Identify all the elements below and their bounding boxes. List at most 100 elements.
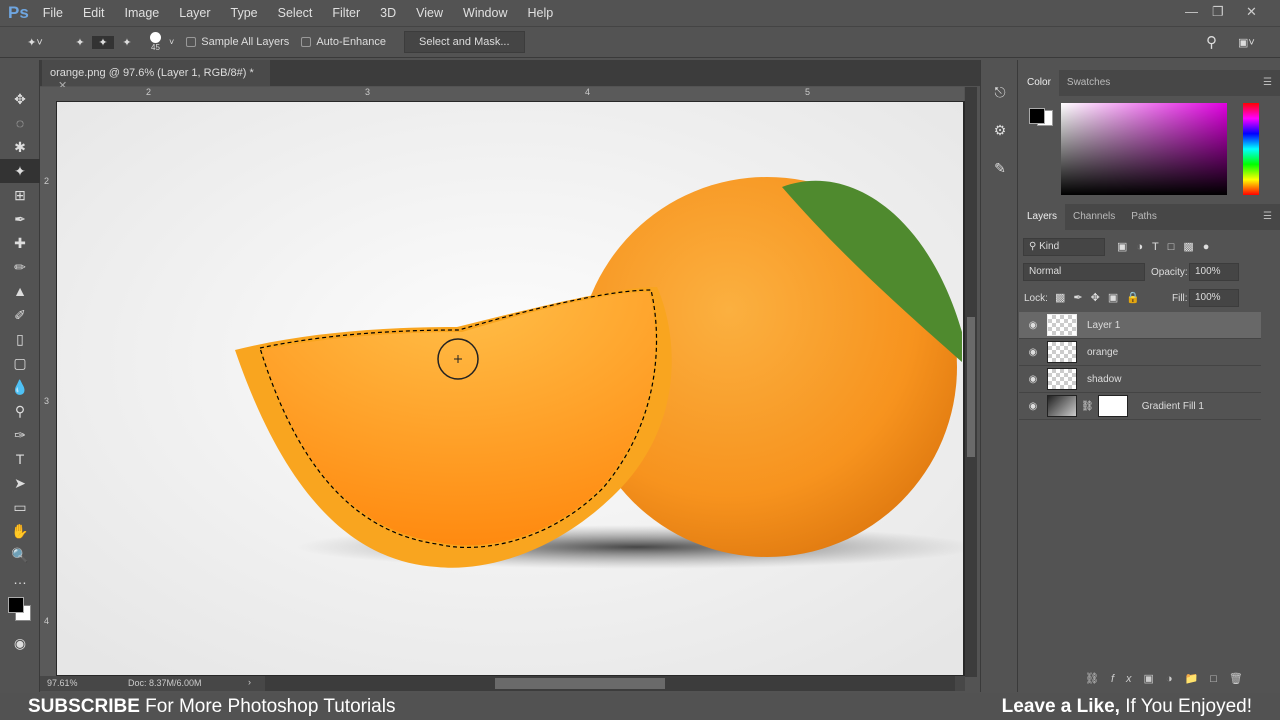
color-picker-field[interactable] bbox=[1061, 103, 1227, 195]
tab-paths[interactable]: Paths bbox=[1123, 204, 1165, 230]
menu-layer[interactable]: Layer bbox=[179, 6, 210, 20]
vertical-scrollbar[interactable] bbox=[965, 87, 977, 677]
banner-left-text: For More Photoshop Tutorials bbox=[139, 695, 396, 717]
close-button[interactable]: ✕ bbox=[1246, 4, 1257, 20]
visibility-eye-icon[interactable]: ◉ bbox=[1019, 374, 1047, 385]
color-swatches[interactable] bbox=[0, 591, 39, 631]
menu-window[interactable]: Window bbox=[463, 6, 507, 20]
tab-color[interactable]: Color bbox=[1019, 70, 1059, 96]
panel-menu-icon[interactable]: ☰ bbox=[1255, 204, 1280, 230]
sample-all-layers-label: Sample All Layers bbox=[201, 36, 290, 48]
tab-layers[interactable]: Layers bbox=[1019, 204, 1066, 230]
zoom-level[interactable]: 97.61% bbox=[47, 678, 78, 688]
menu-select[interactable]: Select bbox=[278, 6, 313, 20]
brush-size: 45 bbox=[151, 43, 160, 52]
visibility-eye-icon[interactable]: ◉ bbox=[1019, 347, 1047, 358]
panel-menu-icon[interactable]: ☰ bbox=[1255, 70, 1280, 96]
lock-icons[interactable]: ▩✒✥▣🔒 bbox=[1055, 291, 1148, 304]
visibility-eye-icon[interactable]: ◉ bbox=[1019, 320, 1047, 331]
quick-selection-preset-icon[interactable]: ✦˅ bbox=[20, 36, 50, 49]
filter-icons[interactable]: ▣◑T□▩● bbox=[1117, 240, 1218, 253]
menu-type[interactable]: Type bbox=[231, 6, 258, 20]
rectangle-tool-icon[interactable]: ▭ bbox=[0, 495, 40, 519]
hue-slider[interactable] bbox=[1243, 103, 1259, 195]
layer-row-layer-1[interactable]: ◉ Layer 1 bbox=[1019, 312, 1261, 339]
blur-tool-icon[interactable]: 💧 bbox=[0, 375, 40, 399]
crop-tool-icon[interactable]: ⊞ bbox=[0, 183, 40, 207]
pen-tool-icon[interactable]: ✑ bbox=[0, 423, 40, 447]
menu-filter[interactable]: Filter bbox=[332, 6, 360, 20]
layer-row-gradient-fill-1[interactable]: ◉ ⛓ Gradient Fill 1 bbox=[1019, 393, 1261, 420]
menu-file[interactable]: File bbox=[43, 6, 63, 20]
restore-button[interactable]: ❐ bbox=[1212, 4, 1224, 20]
brush-tool-icon[interactable]: ✏ bbox=[0, 255, 40, 279]
search-icon[interactable]: ⚲ bbox=[1206, 33, 1217, 51]
add-to-selection-icon[interactable]: ✦ bbox=[92, 35, 114, 49]
document-tab-title: orange.png @ 97.6% (Layer 1, RGB/8#) * bbox=[50, 67, 254, 79]
lock-label: Lock: bbox=[1024, 293, 1048, 304]
tab-swatches[interactable]: Swatches bbox=[1059, 70, 1118, 96]
hand-tool-icon[interactable]: ✋ bbox=[0, 519, 40, 543]
color-panel-tabs: Color Swatches ☰ bbox=[1019, 70, 1280, 96]
menu-image[interactable]: Image bbox=[125, 6, 160, 20]
quick-selection-tool-icon[interactable]: ✦ bbox=[0, 159, 40, 183]
menu-edit[interactable]: Edit bbox=[83, 6, 105, 20]
properties-panel-icon[interactable]: ⚙ bbox=[981, 118, 1019, 142]
dodge-tool-icon[interactable]: ⚲ bbox=[0, 399, 40, 423]
more-tools-icon[interactable]: … bbox=[0, 567, 40, 591]
menu-help[interactable]: Help bbox=[528, 6, 554, 20]
chevron-down-icon[interactable]: ˅ bbox=[169, 37, 174, 47]
menu-3d[interactable]: 3D bbox=[380, 6, 396, 20]
foreground-swatch[interactable] bbox=[1029, 108, 1045, 124]
filter-kind-dropdown[interactable]: ⚲ Kind bbox=[1023, 238, 1105, 256]
layer-thumbnail bbox=[1047, 314, 1077, 336]
adjustments-panel-icon[interactable]: ✎ bbox=[981, 156, 1019, 180]
visibility-eye-icon[interactable]: ◉ bbox=[1019, 401, 1047, 412]
layers-footer-icons[interactable]: ⛓fx▣◑📁□🗑 bbox=[1085, 672, 1255, 685]
tab-channels[interactable]: Channels bbox=[1065, 204, 1123, 230]
canvas[interactable] bbox=[57, 102, 963, 675]
eyedropper-tool-icon[interactable]: ✒ bbox=[0, 207, 40, 231]
type-tool-icon[interactable]: T bbox=[0, 447, 40, 471]
status-bar: 97.61% Doc: 8.37M/6.00M › bbox=[40, 676, 965, 691]
lasso-tool-icon[interactable]: ✱ bbox=[0, 135, 40, 159]
link-icon: ⛓ bbox=[1081, 400, 1094, 412]
layer-row-orange[interactable]: ◉ orange bbox=[1019, 339, 1261, 366]
eraser-tool-icon[interactable]: ▯ bbox=[0, 327, 40, 351]
path-selection-tool-icon[interactable]: ➤ bbox=[0, 471, 40, 495]
auto-enhance-label: Auto-Enhance bbox=[316, 36, 387, 48]
menu-view[interactable]: View bbox=[416, 6, 443, 20]
layer-row-shadow[interactable]: ◉ shadow bbox=[1019, 366, 1261, 393]
healing-brush-tool-icon[interactable]: ✚ bbox=[0, 231, 40, 255]
history-panel-icon[interactable]: ⎋ bbox=[981, 80, 1019, 104]
layer-name: shadow bbox=[1087, 373, 1122, 385]
mask-thumbnail bbox=[1097, 395, 1128, 417]
zoom-tool-icon[interactable]: 🔍 bbox=[0, 543, 40, 567]
blend-mode-dropdown[interactable]: Normal bbox=[1023, 263, 1145, 281]
foreground-color[interactable] bbox=[8, 597, 24, 613]
opacity-input[interactable]: 100% bbox=[1189, 263, 1239, 281]
subtract-from-selection-icon[interactable]: ✦ bbox=[114, 36, 140, 49]
history-brush-tool-icon[interactable]: ✐ bbox=[0, 303, 40, 327]
scrollbar-thumb[interactable] bbox=[495, 678, 665, 689]
marquee-tool-icon[interactable]: ◌ bbox=[0, 111, 40, 135]
new-selection-icon[interactable]: ✦ bbox=[68, 36, 92, 49]
clone-stamp-tool-icon[interactable]: ▲ bbox=[0, 279, 40, 303]
document-tab[interactable]: orange.png @ 97.6% (Layer 1, RGB/8#) * ✕ bbox=[42, 60, 270, 92]
horizontal-scrollbar[interactable] bbox=[265, 676, 955, 691]
promo-banner: SUBSCRIBE For More Photoshop Tutorials L… bbox=[0, 693, 1280, 720]
status-arrow-icon[interactable]: › bbox=[248, 677, 251, 687]
quick-mask-icon[interactable]: ◉ bbox=[0, 631, 40, 655]
fill-input[interactable]: 100% bbox=[1189, 289, 1239, 307]
scrollbar-thumb[interactable] bbox=[967, 317, 975, 457]
photoshop-logo: Ps bbox=[8, 2, 29, 22]
brush-picker[interactable]: 45 bbox=[150, 32, 161, 52]
minimize-button[interactable]: — bbox=[1185, 4, 1198, 19]
workspace-icon[interactable]: ▣˅ bbox=[1238, 36, 1255, 49]
auto-enhance-checkbox[interactable] bbox=[301, 37, 312, 47]
select-and-mask-button[interactable]: Select and Mask... bbox=[404, 31, 525, 53]
sample-all-layers-checkbox[interactable] bbox=[186, 37, 197, 47]
menu-bar: Ps File Edit Image Layer Type Select Fil… bbox=[0, 0, 1280, 25]
move-tool-icon[interactable]: ✥ bbox=[0, 87, 40, 111]
gradient-tool-icon[interactable]: ▢ bbox=[0, 351, 40, 375]
